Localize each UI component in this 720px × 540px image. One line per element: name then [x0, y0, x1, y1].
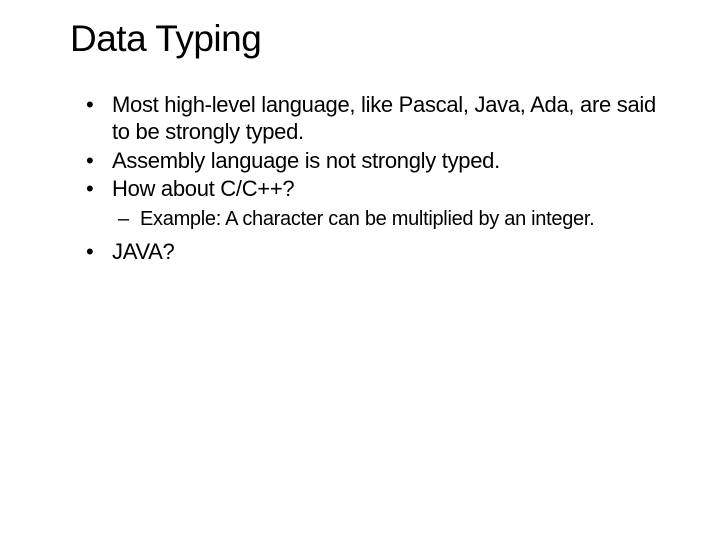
bullet-item: How about C/C++? Example: A character ca… — [112, 176, 660, 231]
slide-content: Data Typing Most high-level language, li… — [0, 0, 720, 266]
bullet-item: Assembly language is not strongly typed. — [112, 148, 660, 175]
slide-title: Data Typing — [70, 18, 660, 60]
sub-bullet-list: Example: A character can be multiplied b… — [112, 207, 660, 231]
sub-bullet-text: Example: A character can be multiplied b… — [140, 208, 594, 230]
bullet-item: Most high-level language, like Pascal, J… — [112, 92, 660, 146]
bullet-text: Most high-level language, like Pascal, J… — [112, 92, 656, 144]
bullet-list: Most high-level language, like Pascal, J… — [70, 92, 660, 266]
sub-bullet-item: Example: A character can be multiplied b… — [140, 207, 660, 231]
bullet-text: How about C/C++? — [112, 176, 294, 201]
bullet-text: JAVA? — [112, 239, 175, 264]
bullet-item: JAVA? — [112, 239, 660, 266]
bullet-text: Assembly language is not strongly typed. — [112, 148, 500, 173]
